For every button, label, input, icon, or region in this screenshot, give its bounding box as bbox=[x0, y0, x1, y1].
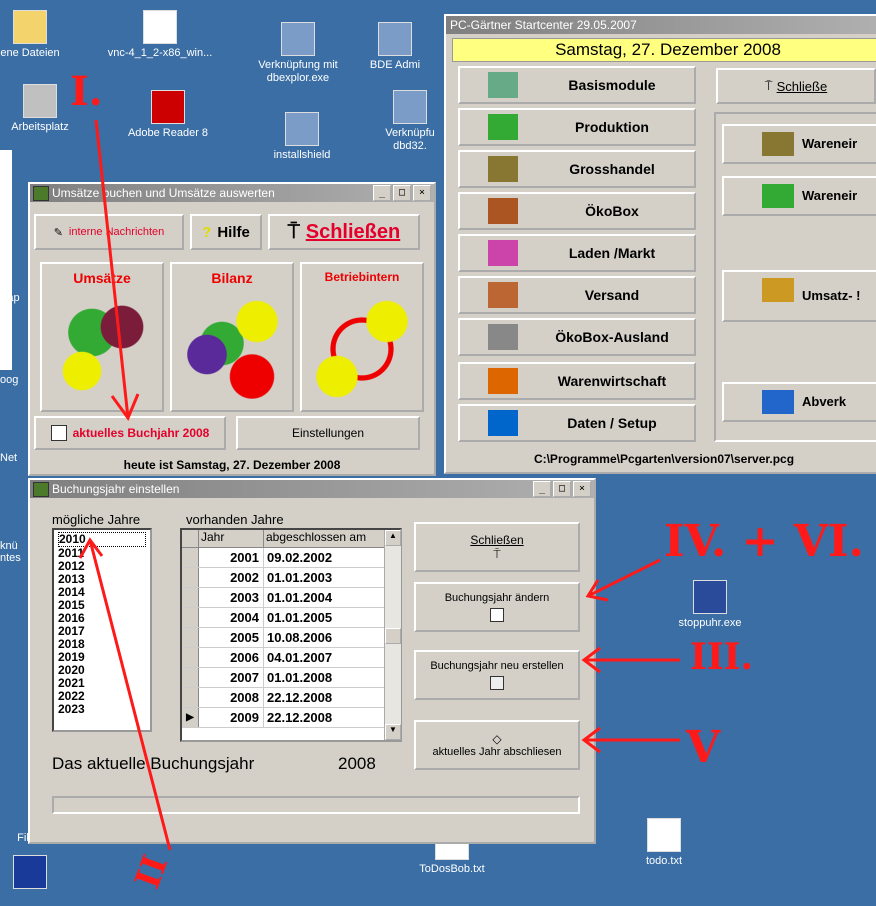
arrow-line bbox=[88, 539, 172, 851]
arrow-line bbox=[94, 119, 130, 419]
annotation-overlay bbox=[78, 119, 680, 851]
arrow-line bbox=[587, 558, 661, 598]
annotation-label: III. bbox=[690, 636, 754, 678]
annotation-label: I. bbox=[70, 68, 103, 115]
annotation-label: IV. + VI. bbox=[664, 516, 864, 567]
annotation-label: V bbox=[686, 722, 721, 773]
